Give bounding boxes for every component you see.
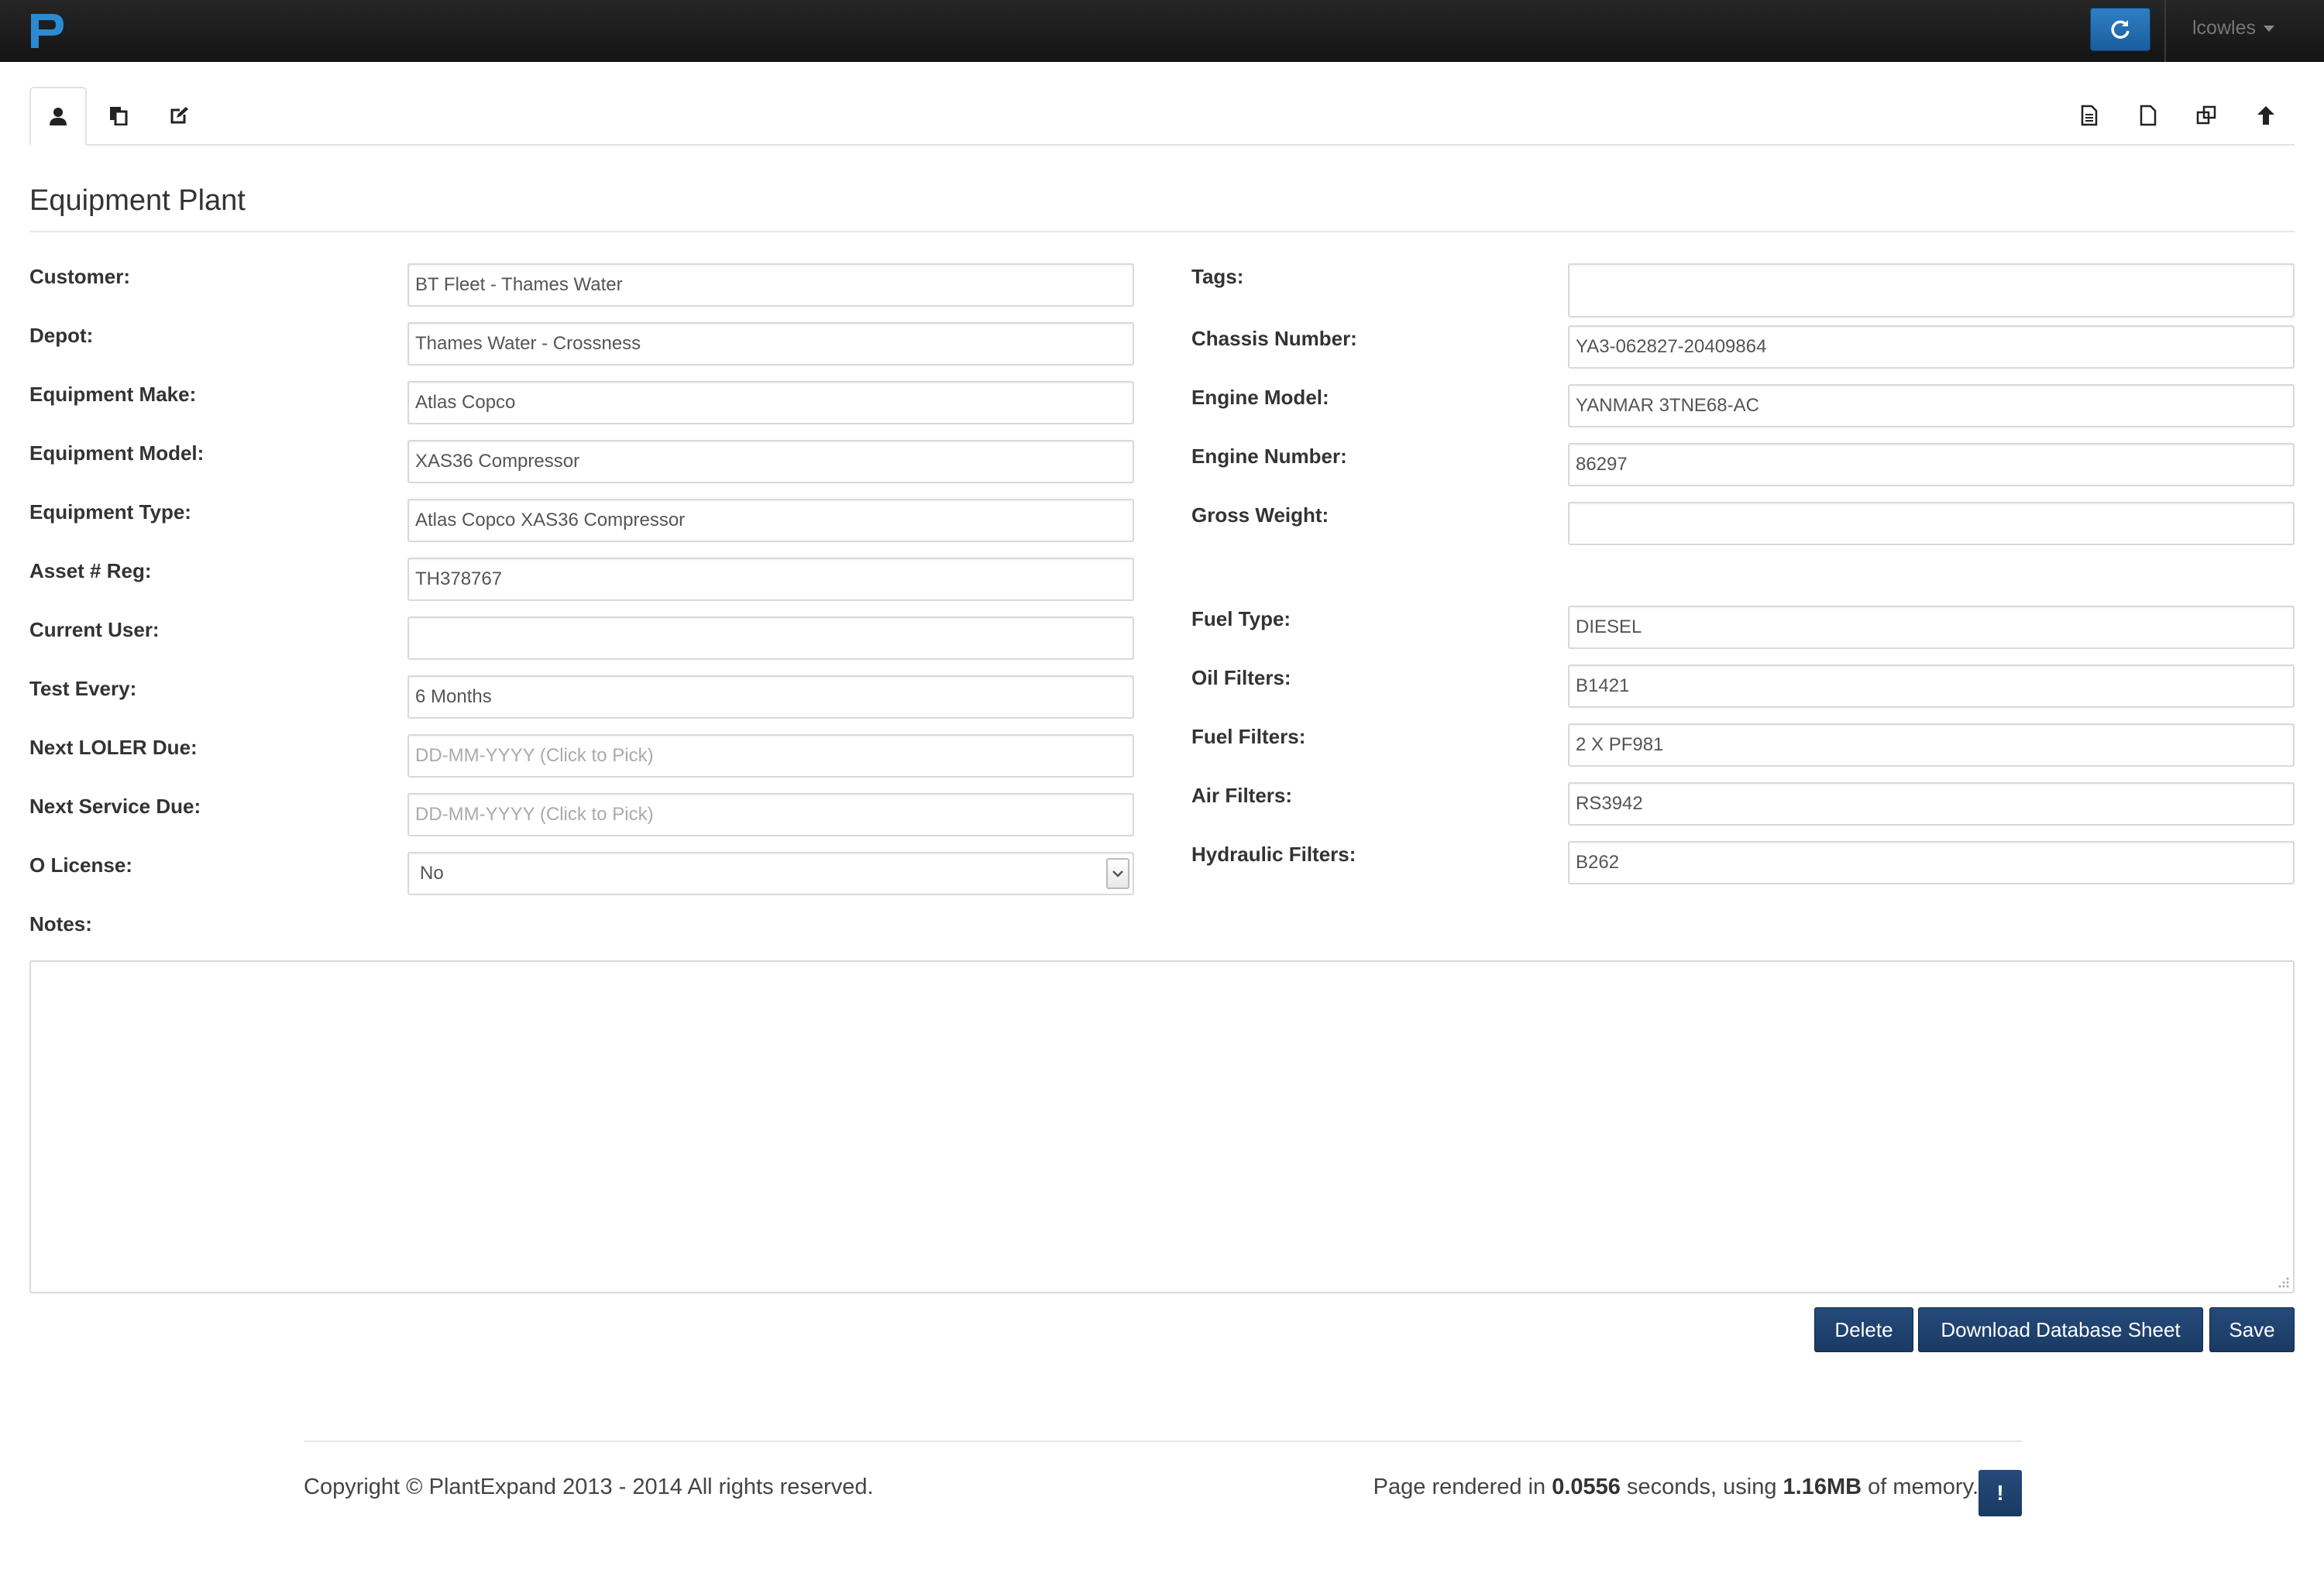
next-loler-due-field[interactable]: DD-MM-YYYY (Click to Pick) bbox=[407, 734, 1134, 778]
gross-weight-label: Gross Weight: bbox=[1191, 503, 1329, 527]
top-navbar: lcowles bbox=[0, 0, 2324, 62]
o-license-value: No bbox=[420, 863, 444, 884]
engine-number-label: Engine Number: bbox=[1191, 445, 1347, 468]
user-icon bbox=[50, 108, 67, 125]
save-button[interactable]: Save bbox=[2209, 1307, 2295, 1352]
equipment-type-label: Equipment Type: bbox=[29, 500, 191, 524]
download-database-sheet-button[interactable]: Download Database Sheet bbox=[1918, 1307, 2203, 1352]
hydraulic-filters-label: Hydraulic Filters: bbox=[1191, 843, 1356, 866]
next-loler-due-label: Next LOLER Due: bbox=[29, 736, 198, 759]
equipment-model-label: Equipment Model: bbox=[29, 441, 205, 465]
hydraulic-filters-field[interactable]: B262 bbox=[1568, 841, 2295, 884]
tab-copy[interactable] bbox=[90, 87, 147, 144]
render-suffix: of memory. bbox=[1862, 1475, 1978, 1499]
test-every-field[interactable]: 6 Months bbox=[407, 675, 1134, 719]
tool-upload[interactable] bbox=[2239, 87, 2293, 144]
equipment-model-field[interactable]: XAS36 Compressor bbox=[407, 440, 1134, 483]
render-info: Page rendered in 0.0556 seconds, using 1… bbox=[1373, 1475, 1978, 1500]
tags-field[interactable] bbox=[1568, 263, 2295, 318]
render-memory: 1.16MB bbox=[1783, 1475, 1862, 1499]
arrow-up-icon bbox=[2257, 106, 2274, 125]
test-every-label: Test Every: bbox=[29, 677, 137, 700]
refresh-icon bbox=[2111, 20, 2130, 39]
engine-model-label: Engine Model: bbox=[1191, 386, 1329, 409]
duplicate-icon bbox=[2196, 105, 2216, 125]
toolbar-tabs bbox=[29, 87, 2295, 146]
equipment-make-label: Equipment Make: bbox=[29, 383, 197, 406]
copy-icon bbox=[110, 107, 128, 125]
tab-edit[interactable] bbox=[150, 87, 208, 144]
logo-icon[interactable] bbox=[26, 9, 70, 53]
resize-grip-icon[interactable] bbox=[2276, 1275, 2290, 1289]
caret-down-icon bbox=[2263, 26, 2274, 33]
engine-number-field[interactable]: 86297 bbox=[1568, 443, 2295, 486]
asset-reg-field[interactable]: TH378767 bbox=[407, 558, 1134, 601]
asset-reg-label: Asset # Reg: bbox=[29, 559, 152, 582]
current-user-field[interactable] bbox=[407, 616, 1134, 660]
render-time: 0.0556 bbox=[1552, 1475, 1621, 1499]
delete-button[interactable]: Delete bbox=[1814, 1307, 1913, 1352]
chassis-number-field[interactable]: YA3-062827-20409864 bbox=[1568, 325, 2295, 369]
depot-field[interactable]: Thames Water - Crossness bbox=[407, 322, 1134, 366]
notes-label: Notes: bbox=[29, 912, 92, 936]
document-icon bbox=[2140, 105, 2157, 126]
render-prefix: Page rendered in bbox=[1373, 1475, 1552, 1499]
copyright-text: Copyright © PlantExpand 2013 - 2014 All … bbox=[304, 1475, 874, 1499]
oil-filters-label: Oil Filters: bbox=[1191, 666, 1291, 689]
edit-icon bbox=[170, 107, 188, 124]
air-filters-label: Air Filters: bbox=[1191, 784, 1293, 807]
tags-label: Tags: bbox=[1191, 265, 1244, 288]
fuel-filters-label: Fuel Filters: bbox=[1191, 725, 1306, 748]
o-license-select[interactable]: No bbox=[407, 852, 1134, 895]
equipment-type-field[interactable]: Atlas Copco XAS36 Compressor bbox=[407, 499, 1134, 542]
page-title: Equipment Plant bbox=[29, 184, 246, 217]
render-mid: seconds, using bbox=[1620, 1475, 1783, 1499]
engine-model-field[interactable]: YANMAR 3TNE68-AC bbox=[1568, 384, 2295, 427]
gross-weight-field[interactable] bbox=[1568, 502, 2295, 545]
nav-divider bbox=[2164, 0, 2166, 62]
current-user-label: Current User: bbox=[29, 618, 160, 641]
fuel-filters-field[interactable]: 2 X PF981 bbox=[1568, 723, 2295, 767]
username: lcowles bbox=[2192, 17, 2256, 39]
oil-filters-field[interactable]: B1421 bbox=[1568, 664, 2295, 708]
tool-document[interactable] bbox=[2121, 87, 2175, 144]
document-text-icon bbox=[2081, 105, 2098, 126]
footer-divider bbox=[304, 1440, 2022, 1442]
tool-duplicate[interactable] bbox=[2180, 87, 2234, 144]
next-service-due-field[interactable]: DD-MM-YYYY (Click to Pick) bbox=[407, 793, 1134, 836]
depot-label: Depot: bbox=[29, 324, 94, 347]
tab-user[interactable] bbox=[29, 87, 87, 146]
fuel-type-label: Fuel Type: bbox=[1191, 607, 1291, 630]
title-divider bbox=[29, 231, 2295, 232]
equipment-make-field[interactable]: Atlas Copco bbox=[407, 381, 1134, 424]
fuel-type-field[interactable]: DIESEL bbox=[1568, 606, 2295, 649]
tool-document-text[interactable] bbox=[2062, 87, 2116, 144]
notes-textarea[interactable] bbox=[29, 960, 2295, 1293]
select-arrow-button[interactable] bbox=[1106, 858, 1129, 889]
customer-field[interactable]: BT Fleet - Thames Water bbox=[407, 263, 1134, 307]
user-menu[interactable]: lcowles bbox=[2192, 17, 2274, 39]
chassis-number-label: Chassis Number: bbox=[1191, 327, 1357, 350]
next-service-due-label: Next Service Due: bbox=[29, 795, 201, 818]
info-button[interactable]: ! bbox=[1978, 1470, 2022, 1516]
air-filters-field[interactable]: RS3942 bbox=[1568, 782, 2295, 826]
o-license-label: O License: bbox=[29, 853, 132, 877]
customer-label: Customer: bbox=[29, 265, 131, 288]
refresh-button[interactable] bbox=[2090, 8, 2150, 51]
chevron-down-icon bbox=[1112, 870, 1123, 877]
